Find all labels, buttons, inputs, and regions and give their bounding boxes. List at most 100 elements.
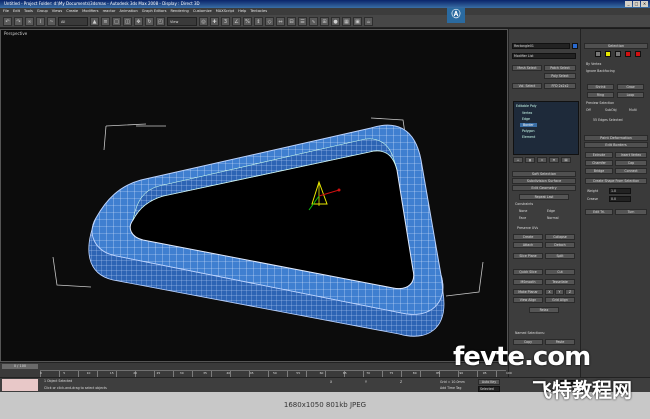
maximize-button[interactable]: □ bbox=[633, 1, 640, 7]
curve-editor-icon[interactable]: ∿ bbox=[309, 16, 318, 26]
bind-spacewarp-icon[interactable]: ~ bbox=[47, 16, 56, 26]
close-button[interactable]: × bbox=[641, 1, 648, 7]
border-mode-icon[interactable] bbox=[615, 51, 621, 57]
detach-button[interactable]: Detach bbox=[545, 242, 575, 248]
select-by-name-icon[interactable]: ≡ bbox=[101, 16, 110, 26]
angle-snap-icon[interactable]: ∠ bbox=[232, 16, 241, 26]
constraint-face-radio[interactable]: Face bbox=[519, 216, 526, 220]
undo-icon[interactable]: ↶ bbox=[3, 16, 12, 26]
edge-mode-icon[interactable] bbox=[605, 51, 611, 57]
grid-align-button[interactable]: Grid Align bbox=[545, 297, 575, 303]
modifier-list-dropdown[interactable]: Modifier List bbox=[512, 53, 576, 59]
preview-off-radio[interactable]: Off bbox=[586, 108, 591, 112]
rectangular-selection-icon[interactable]: □ bbox=[112, 16, 121, 26]
constraint-edge-radio[interactable]: Edge bbox=[547, 209, 555, 213]
auto-key-button[interactable]: Auto Key bbox=[478, 379, 500, 385]
unlink-icon[interactable]: ⌇ bbox=[36, 16, 45, 26]
ignore-backfacing-checkbox[interactable]: Ignore Backfacing bbox=[586, 69, 615, 73]
menu-help[interactable]: Help bbox=[238, 8, 246, 15]
menu-rendering[interactable]: Rendering bbox=[170, 8, 188, 15]
split-button[interactable]: Split bbox=[545, 253, 575, 259]
make-planar-button[interactable]: Make Planar bbox=[513, 289, 543, 295]
edit-borders-rollout[interactable]: Edit Borders bbox=[584, 142, 648, 148]
planar-y-button[interactable]: Y bbox=[555, 289, 564, 295]
selection-rollout[interactable]: Selection bbox=[584, 43, 648, 49]
link-icon[interactable]: ∞ bbox=[25, 16, 34, 26]
menu-maxscript[interactable]: MAXScript bbox=[216, 8, 234, 15]
menu-tentacles[interactable]: Tentacles bbox=[250, 8, 267, 15]
planar-z-button[interactable]: Z bbox=[565, 289, 575, 295]
perspective-viewport[interactable]: Perspective bbox=[0, 29, 508, 362]
mirror-icon[interactable]: ⇔ bbox=[276, 16, 285, 26]
edit-tri-button[interactable]: Edit Tri. bbox=[585, 209, 613, 215]
cap-button[interactable]: Cap bbox=[615, 160, 647, 166]
constraint-none-radio[interactable]: None bbox=[519, 209, 527, 213]
select-scale-icon[interactable]: ◰ bbox=[156, 16, 165, 26]
vertex-mode-icon[interactable] bbox=[595, 51, 601, 57]
menu-animation[interactable]: Animation bbox=[119, 8, 137, 15]
reference-coordinate-dropdown[interactable]: View bbox=[167, 16, 197, 26]
percent-snap-icon[interactable]: % bbox=[243, 16, 252, 26]
weight-field[interactable]: 1.0 bbox=[609, 188, 631, 194]
stack-item-element[interactable]: Element bbox=[522, 135, 535, 139]
window-crossing-icon[interactable]: ◫ bbox=[123, 16, 132, 26]
menu-views[interactable]: Views bbox=[52, 8, 62, 15]
extrude-button[interactable]: Extrude bbox=[585, 152, 613, 158]
patch-select-button[interactable]: Patch Select bbox=[544, 65, 576, 71]
crease-field[interactable]: 0.0 bbox=[609, 196, 631, 202]
select-move-icon[interactable]: ✥ bbox=[134, 16, 143, 26]
stack-item-polygon[interactable]: Polygon bbox=[522, 129, 535, 133]
attach-button[interactable]: Attach bbox=[513, 242, 543, 248]
select-manipulate-icon[interactable]: ✚ bbox=[210, 16, 219, 26]
bridge-button[interactable]: Bridge bbox=[585, 168, 613, 174]
preview-subobj-radio[interactable]: SubObj bbox=[605, 108, 617, 112]
poly-select-button[interactable]: Poly Select bbox=[544, 73, 576, 79]
shrink-button[interactable]: Shrink bbox=[587, 84, 614, 90]
remove-modifier-icon[interactable]: ⊖ bbox=[549, 157, 559, 163]
stack-item-editable-poly[interactable]: Editable Poly bbox=[516, 104, 537, 108]
collapse-button[interactable]: Collapse bbox=[545, 234, 575, 240]
paint-deformation-rollout[interactable]: Paint Deformation bbox=[584, 135, 648, 141]
make-unique-icon[interactable]: ∨ bbox=[537, 157, 547, 163]
chamfer-button[interactable]: Chamfer bbox=[585, 160, 613, 166]
pivot-center-icon[interactable]: ◎ bbox=[199, 16, 208, 26]
pin-stack-icon[interactable]: ⊥ bbox=[513, 157, 523, 163]
mesh-select-button[interactable]: Mesh Select bbox=[512, 65, 542, 71]
menu-customize[interactable]: Customize bbox=[193, 8, 212, 15]
show-end-result-icon[interactable]: ▮ bbox=[525, 157, 535, 163]
create-shape-button[interactable]: Create Shape From Selection bbox=[585, 178, 647, 184]
configure-sets-icon[interactable]: ▤ bbox=[561, 157, 571, 163]
menu-edit[interactable]: Edit bbox=[13, 8, 20, 15]
snap-toggle-icon[interactable]: 3 bbox=[221, 16, 230, 26]
menu-group[interactable]: Group bbox=[37, 8, 48, 15]
quick-slice-button[interactable]: Quick Slice bbox=[513, 269, 543, 275]
connect-button[interactable]: Connect bbox=[615, 168, 647, 174]
stack-item-vertex[interactable]: Vertex bbox=[522, 111, 532, 115]
msmooth-button[interactable]: MSmooth bbox=[513, 279, 543, 285]
menu-file[interactable]: File bbox=[3, 8, 9, 15]
edit-geometry-rollout[interactable]: Edit Geometry bbox=[512, 185, 576, 191]
ffd-button[interactable]: FFD 2x2x2 bbox=[544, 83, 576, 89]
object-name-field[interactable]: Rectangle01 bbox=[512, 43, 570, 49]
schematic-view-icon[interactable]: ⊞ bbox=[320, 16, 329, 26]
maxscript-listener[interactable] bbox=[2, 379, 38, 391]
subdivision-surface-rollout[interactable]: Subdivision Surface bbox=[512, 178, 576, 184]
stack-item-edge[interactable]: Edge bbox=[522, 117, 530, 121]
constraint-normal-radio[interactable]: Normal bbox=[547, 216, 559, 220]
by-vertex-checkbox[interactable]: By Vertex bbox=[586, 62, 601, 66]
time-slider[interactable]: 0 / 100 bbox=[2, 364, 38, 369]
spinner-snap-icon[interactable]: ⇕ bbox=[254, 16, 263, 26]
render-setup-icon[interactable]: ▦ bbox=[342, 16, 351, 26]
polygon-mode-icon[interactable] bbox=[625, 51, 631, 57]
menu-graph-editors[interactable]: Graph Editors bbox=[142, 8, 167, 15]
repeat-last-button[interactable]: Repeat Last bbox=[519, 194, 569, 200]
turn-button[interactable]: Turn bbox=[615, 209, 647, 215]
ring-button[interactable]: Ring bbox=[587, 92, 614, 98]
object-color-swatch[interactable] bbox=[572, 43, 578, 49]
minimize-button[interactable]: _ bbox=[625, 1, 632, 7]
preview-multi-radio[interactable]: Multi bbox=[629, 108, 637, 112]
menu-tools[interactable]: Tools bbox=[24, 8, 33, 15]
material-editor-icon[interactable]: ● bbox=[331, 16, 340, 26]
menu-modifiers[interactable]: Modifiers bbox=[82, 8, 98, 15]
vol-select-button[interactable]: Vol. Select bbox=[512, 83, 542, 89]
